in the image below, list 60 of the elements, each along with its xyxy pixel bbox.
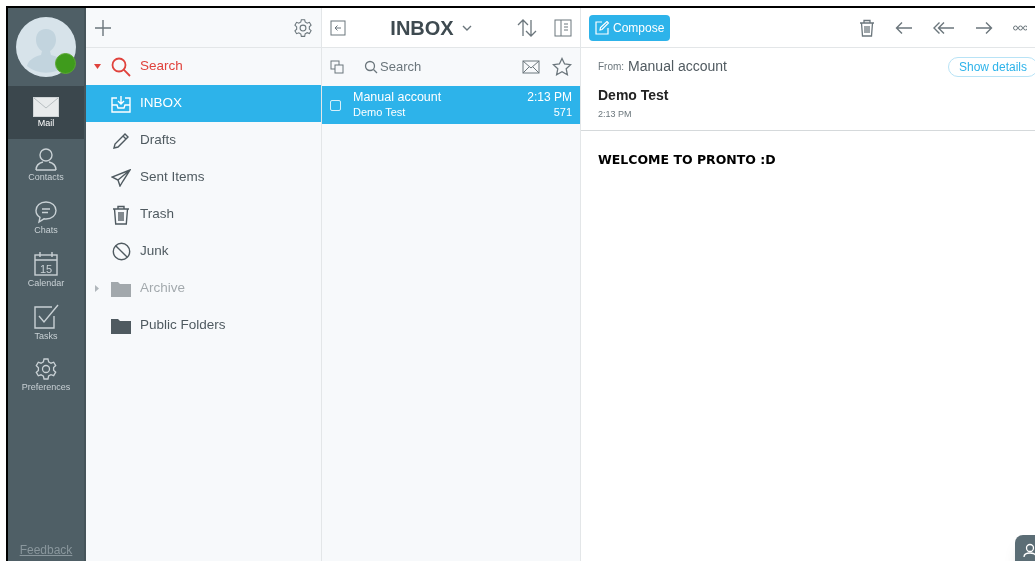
inbox-icon <box>111 94 131 113</box>
blocked-icon <box>111 242 131 261</box>
settings-icon <box>34 357 58 382</box>
paper-plane-icon <box>111 168 131 187</box>
folder-item[interactable]: Sent Items <box>86 159 321 196</box>
avatar[interactable] <box>16 17 76 77</box>
message-row[interactable]: Manual account 2:13 PM Demo Test 571 <box>322 86 580 124</box>
person-icon <box>34 147 58 172</box>
search-icon <box>364 60 378 74</box>
envelope-icon <box>33 96 59 117</box>
folder-item[interactable]: Junk <box>86 233 321 270</box>
nav-item[interactable]: Tasks <box>8 296 84 349</box>
folder-item[interactable]: Drafts <box>86 122 321 159</box>
folder-item[interactable]: INBOX <box>86 85 321 122</box>
settings-icon[interactable] <box>293 17 313 38</box>
message-size: 571 <box>553 105 572 120</box>
reading-pane-icon[interactable] <box>554 18 572 37</box>
message-subject: Demo Test <box>353 105 406 120</box>
trash-icon <box>112 204 130 225</box>
sender-name: Manual account <box>628 57 727 76</box>
checkbox-icon <box>33 303 59 330</box>
forward-icon[interactable] <box>975 20 993 35</box>
nav-item[interactable]: Chats <box>8 191 84 244</box>
reply-all-icon[interactable] <box>933 20 955 35</box>
folder-icon <box>111 317 131 334</box>
person-icon <box>1023 543 1035 557</box>
caret-down-icon[interactable] <box>93 64 101 69</box>
folder-item[interactable]: Trash <box>86 196 321 233</box>
message-sender: Manual account <box>353 90 442 106</box>
reply-icon[interactable] <box>895 20 913 35</box>
select-multiple-icon[interactable] <box>330 60 344 74</box>
folder-icon <box>111 280 131 297</box>
chat-bubble-icon <box>34 199 58 224</box>
message-time: 2:13 PM <box>598 108 633 121</box>
collapse-panel-icon[interactable] <box>330 19 346 36</box>
nav-item[interactable]: 15 Calendar <box>8 243 84 296</box>
calendar-icon: 15 <box>33 251 59 278</box>
message-body: WELCOME TO PRONTO :D <box>597 150 777 169</box>
nav-item[interactable]: Mail <box>8 86 84 139</box>
folder-item[interactable]: Public Folders <box>86 307 321 344</box>
star-icon[interactable] <box>552 57 572 77</box>
compose-button[interactable]: Compose <box>589 14 671 41</box>
pencil-icon <box>112 131 130 150</box>
message-time: 2:13 PM <box>527 90 572 106</box>
from-label: From: <box>598 60 625 74</box>
sort-icon[interactable] <box>516 17 538 38</box>
add-icon[interactable] <box>94 18 112 37</box>
more-icon[interactable] <box>1013 24 1027 31</box>
edit-icon <box>595 20 609 35</box>
nav-item[interactable]: Contacts <box>8 138 84 191</box>
nav-item[interactable]: Preferences <box>8 348 84 401</box>
envelope-icon[interactable] <box>522 60 540 74</box>
message-subject: Demo Test <box>598 86 670 105</box>
message-checkbox[interactable] <box>330 99 341 111</box>
trash-icon[interactable] <box>859 18 875 37</box>
search-field[interactable]: Search <box>380 57 500 77</box>
search-folder[interactable]: Search <box>86 48 321 85</box>
search-icon <box>111 56 131 77</box>
chevron-down-icon[interactable] <box>461 23 472 32</box>
folder-title[interactable]: INBOX <box>390 12 454 43</box>
